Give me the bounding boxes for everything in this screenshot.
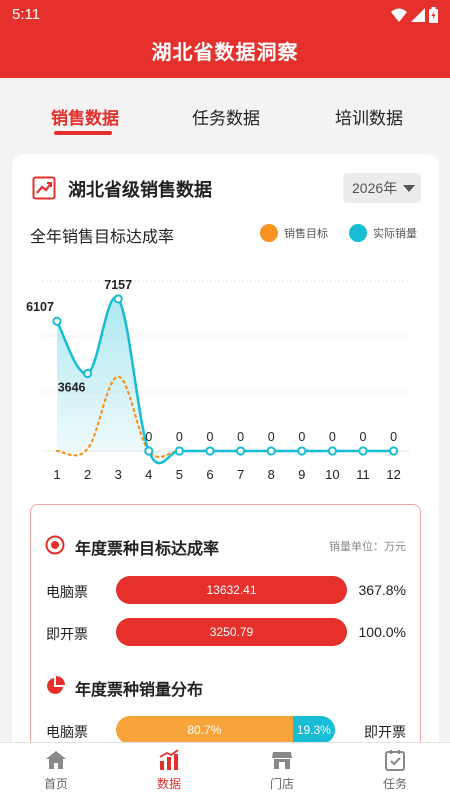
data-point bbox=[174, 446, 184, 456]
distribution-title: 年度票种销量分布 bbox=[75, 682, 204, 699]
year-select[interactable]: 2026年 bbox=[343, 173, 421, 203]
nav-home[interactable]: 首页 bbox=[16, 749, 96, 792]
x-tick-label: 12 bbox=[386, 467, 400, 482]
nav-data-label: 数据 bbox=[156, 777, 181, 791]
battery-icon bbox=[429, 7, 438, 23]
nav-task-label: 任务 bbox=[382, 777, 407, 791]
trend-chart-icon bbox=[32, 176, 56, 200]
sales-line-chart: 6107364671570 0 0 0 0 0 0 0 01 2 3 4 5 6 7 8 9 10 11 12 bbox=[26, 278, 410, 482]
data-label: 0 bbox=[145, 430, 152, 444]
data-label: 0 bbox=[268, 430, 275, 444]
distribution-bar: 80.7% 19.3% bbox=[116, 716, 335, 744]
data-label: 0 bbox=[237, 430, 244, 444]
data-point bbox=[236, 446, 246, 456]
data-point bbox=[389, 446, 399, 456]
data-label: 3646 bbox=[58, 381, 86, 395]
distribution-computer-segment: 80.7% bbox=[116, 716, 293, 744]
nav-store[interactable]: 门店 bbox=[242, 749, 322, 792]
data-label: 0 bbox=[360, 430, 367, 444]
data-label: 0 bbox=[298, 430, 305, 444]
data-point bbox=[358, 446, 368, 456]
data-point bbox=[205, 446, 215, 456]
bar-instant: 3250.79 bbox=[116, 618, 347, 646]
store-icon bbox=[272, 752, 292, 769]
legend-actual-label: 实际销量 bbox=[373, 228, 417, 240]
series-area-actual bbox=[57, 297, 394, 464]
data-point bbox=[327, 446, 337, 456]
system-icons bbox=[391, 7, 438, 23]
x-tick-label: 3 bbox=[115, 467, 122, 482]
data-label: 0 bbox=[329, 430, 336, 444]
tab-tasks[interactable]: 任务数据 bbox=[192, 104, 260, 129]
home-icon bbox=[46, 751, 66, 769]
pct-instant: 100.0% bbox=[358, 624, 406, 640]
data-point bbox=[144, 446, 154, 456]
tab-training[interactable]: 培训数据 bbox=[335, 104, 403, 129]
card-title: 湖北省级销售数据 bbox=[68, 180, 212, 200]
data-label: 6107 bbox=[26, 300, 54, 314]
legend-target: 销售目标 bbox=[260, 224, 328, 242]
bar-computer: 13632.41 bbox=[116, 576, 347, 604]
x-tick-label: 10 bbox=[325, 467, 339, 482]
legend-actual: 实际销量 bbox=[349, 224, 417, 242]
x-tick-label: 1 bbox=[53, 467, 60, 482]
tab-bar: 销售数据 任务数据 培训数据 bbox=[0, 78, 450, 144]
task-icon bbox=[385, 750, 405, 771]
row-label-computer: 电脑票 bbox=[46, 584, 88, 600]
data-point bbox=[52, 316, 62, 326]
x-tick-label: 11 bbox=[356, 467, 370, 482]
data-label: 0 bbox=[207, 430, 214, 444]
sales-unit: 销量单位：万元 bbox=[329, 541, 406, 553]
nav-store-label: 门店 bbox=[269, 777, 294, 791]
sales-card: 湖北省级销售数据 2026年 全年销售目标达成率 销售目标 实际销量 6107 3… bbox=[12, 154, 439, 774]
x-tick-label: 6 bbox=[206, 467, 213, 482]
nav-data[interactable]: 数据 bbox=[129, 749, 209, 792]
distribution-instant-segment: 19.3% bbox=[292, 716, 335, 744]
x-tick-label: 2 bbox=[84, 467, 91, 482]
x-tick-label: 4 bbox=[145, 467, 152, 482]
data-point bbox=[113, 294, 123, 304]
signal-icon bbox=[411, 8, 425, 22]
ticket-summary-card: 年度票种目标达成率 销量单位：万元 电脑票 13632.41 367.8% 即开… bbox=[30, 504, 421, 774]
page-title: 湖北省数据洞察 bbox=[151, 42, 299, 64]
data-label: 0 bbox=[390, 430, 397, 444]
legend-target-swatch bbox=[260, 224, 278, 242]
x-tick-label: 7 bbox=[237, 467, 244, 482]
nav-home-label: 首页 bbox=[43, 777, 68, 791]
bottom-nav: 首页 数据 门店 任务 bbox=[0, 742, 450, 800]
x-tick-label: 8 bbox=[268, 467, 275, 482]
dist-left-label: 电脑票 bbox=[46, 724, 88, 740]
x-tick-label: 9 bbox=[298, 467, 305, 482]
target-icon bbox=[45, 535, 65, 555]
data-point bbox=[297, 446, 307, 456]
dropdown-arrow-icon bbox=[403, 185, 415, 192]
data-point bbox=[83, 368, 93, 379]
tab-sales[interactable]: 销售数据 bbox=[51, 104, 119, 129]
nav-task[interactable]: 任务 bbox=[355, 749, 435, 792]
x-tick-label: 5 bbox=[176, 467, 183, 482]
year-select-value: 2026年 bbox=[352, 180, 398, 196]
row-label-instant: 即开票 bbox=[46, 626, 88, 642]
tab-active-indicator bbox=[54, 131, 112, 135]
data-point bbox=[266, 446, 276, 456]
legend-actual-swatch bbox=[349, 224, 367, 242]
data-label: 7157 bbox=[104, 278, 132, 292]
status-bar: 5:11 bbox=[0, 0, 450, 30]
ticket-target-title: 年度票种目标达成率 bbox=[75, 541, 220, 558]
app-bar: 湖北省数据洞察 bbox=[0, 30, 450, 78]
legend-target-label: 销售目标 bbox=[284, 228, 328, 240]
pct-computer: 367.8% bbox=[358, 582, 406, 598]
pie-chart-icon bbox=[47, 676, 65, 694]
wifi-icon bbox=[391, 8, 407, 22]
status-time: 5:11 bbox=[12, 6, 41, 23]
dist-right-label: 即开票 bbox=[364, 724, 406, 740]
data-label: 0 bbox=[176, 430, 183, 444]
chart-title: 全年销售目标达成率 bbox=[30, 229, 175, 246]
data-icon bbox=[159, 749, 179, 770]
